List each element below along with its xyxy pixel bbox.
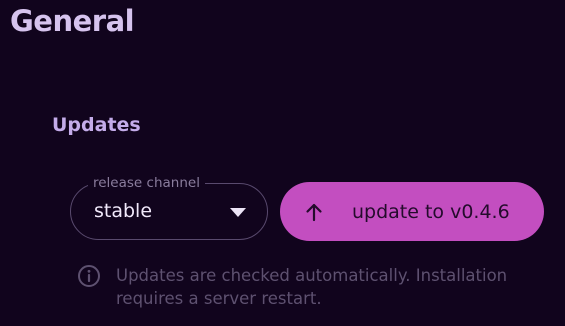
update-info-text: Updates are checked automatically. Insta…	[116, 266, 508, 308]
update-button[interactable]: update to v0.4.6	[280, 182, 544, 241]
release-channel-value: stable	[94, 200, 153, 222]
release-channel-select[interactable]: release channel stable	[70, 174, 268, 240]
caret-down-icon	[230, 208, 246, 217]
settings-page: General Updates release channel stable u…	[0, 0, 565, 326]
page-title: General	[10, 4, 135, 38]
info-icon	[78, 265, 100, 287]
arrow-up-icon	[306, 203, 322, 222]
update-button-label: update to v0.4.6	[352, 201, 510, 223]
updates-section-title: Updates	[52, 114, 141, 136]
release-channel-label: release channel	[88, 174, 205, 192]
